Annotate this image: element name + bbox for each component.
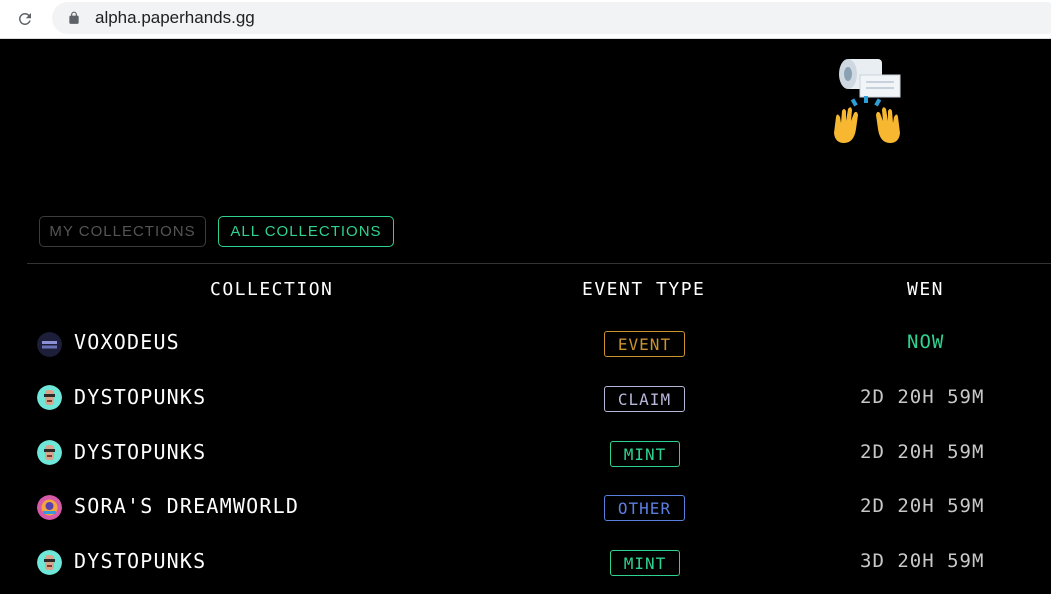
paperhands-logo-icon[interactable] (830, 55, 904, 147)
event-type-badge: MINT (610, 441, 680, 467)
event-type-badge: OTHER (604, 495, 685, 521)
sora-dreamworld-icon (37, 495, 62, 520)
table-row[interactable]: VOXODEUS EVENT NOW (0, 316, 1051, 370)
wen-value: 2D 20H 59M (860, 441, 985, 463)
browser-toolbar: alpha.paperhands.gg (0, 0, 1051, 39)
collection-name[interactable]: DYSTOPUNKS (74, 549, 206, 573)
table-row[interactable]: SORA'S DREAMWORLD OTHER 2D 20H 59M (0, 480, 1051, 534)
voxodeus-icon (37, 332, 62, 357)
wen-value: 2D 20H 59M (860, 386, 985, 408)
event-type-badge: EVENT (604, 331, 685, 357)
dystopunks-icon (37, 550, 62, 575)
dystopunks-icon (37, 385, 62, 410)
event-type-badge: CLAIM (604, 386, 685, 412)
reload-icon[interactable] (12, 6, 38, 32)
url-text: alpha.paperhands.gg (95, 8, 255, 27)
column-header-wen: WEN (907, 279, 945, 300)
wen-value: 3D 20H 59M (860, 550, 985, 572)
address-bar[interactable]: alpha.paperhands.gg (52, 2, 1051, 34)
event-type-badge: MINT (610, 550, 680, 576)
wen-value: NOW (907, 331, 945, 353)
column-header-event-type: EVENT TYPE (582, 279, 706, 300)
lock-icon (69, 11, 79, 24)
collection-name[interactable]: DYSTOPUNKS (74, 385, 206, 409)
collection-name[interactable]: SORA'S DREAMWORLD (74, 494, 299, 518)
table-row[interactable]: DYSTOPUNKS CLAIM 2D 20H 59M (0, 371, 1051, 425)
divider (27, 263, 1051, 264)
column-header-collection: COLLECTION (210, 279, 334, 300)
table-row[interactable]: DYSTOPUNKS MINT 2D 20H 59M (0, 426, 1051, 480)
dystopunks-icon (37, 440, 62, 465)
tab-my-collections[interactable]: MY COLLECTIONS (39, 216, 206, 247)
table-row[interactable]: DYSTOPUNKS MINT 3D 20H 59M (0, 535, 1051, 589)
tab-all-collections[interactable]: ALL COLLECTIONS (218, 216, 394, 247)
collection-name[interactable]: VOXODEUS (74, 330, 180, 354)
collection-name[interactable]: DYSTOPUNKS (74, 440, 206, 464)
wen-value: 2D 20H 59M (860, 495, 985, 517)
